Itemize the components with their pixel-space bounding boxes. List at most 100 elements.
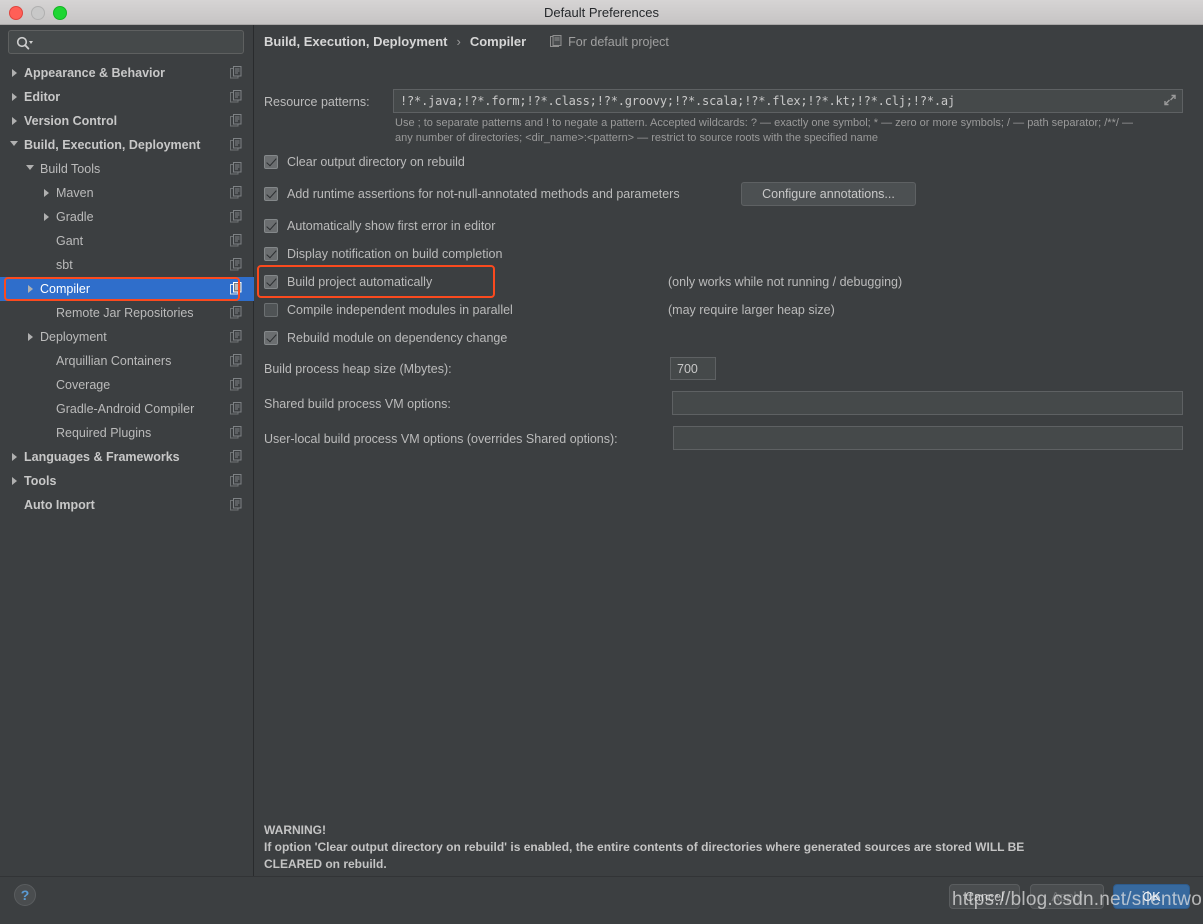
copy-settings-icon[interactable]: [230, 426, 242, 439]
sidebar-item-build-tools[interactable]: Build Tools: [0, 157, 254, 181]
copy-settings-icon[interactable]: [230, 474, 242, 487]
resource-patterns-hint-line2: any number of directories; <dir_name>:<p…: [395, 132, 879, 144]
chevron-right-icon[interactable]: [6, 477, 22, 485]
checkbox-row-build-automatically[interactable]: Build project automatically: [264, 273, 432, 291]
chevron-right-icon[interactable]: [6, 453, 22, 461]
checkbox-clear-output[interactable]: [264, 155, 278, 169]
shared-vm-options-input[interactable]: [672, 391, 1183, 415]
chevron-right-icon[interactable]: [6, 117, 22, 125]
copy-settings-icon[interactable]: [230, 90, 242, 103]
copy-settings-icon[interactable]: [230, 114, 242, 127]
checkbox-row-clear-output[interactable]: Clear output directory on rebuild: [264, 153, 465, 171]
chevron-right-icon[interactable]: [6, 93, 22, 101]
chevron-right-icon[interactable]: [6, 69, 22, 77]
sidebar-item-remote-jar-repositories[interactable]: Remote Jar Repositories: [0, 301, 254, 325]
checkbox-row-runtime-assertions[interactable]: Add runtime assertions for not-null-anno…: [264, 185, 680, 203]
sidebar-item-gant[interactable]: Gant: [0, 229, 254, 253]
sidebar-item-gradle[interactable]: Gradle: [0, 205, 254, 229]
checkbox-parallel-modules[interactable]: [264, 303, 278, 317]
resource-patterns-input[interactable]: !?*.java;!?*.form;!?*.class;!?*.groovy;!…: [393, 89, 1183, 113]
search-field[interactable]: [8, 30, 244, 55]
checkbox-runtime-assertions[interactable]: [264, 187, 278, 201]
breadcrumb-scope: For default project: [550, 35, 669, 49]
sidebar-item-gradle-android-compiler[interactable]: Gradle-Android Compiler: [0, 397, 254, 421]
chevron-right-icon[interactable]: [38, 189, 54, 197]
sidebar-item-label: Gant: [56, 234, 84, 248]
checkbox-row-show-first-error[interactable]: Automatically show first error in editor: [264, 217, 495, 235]
chevron-down-icon[interactable]: [26, 164, 34, 174]
sidebar-item-auto-import[interactable]: Auto Import: [0, 493, 254, 517]
cancel-button[interactable]: Cancel: [949, 884, 1020, 909]
checkbox-display-notification[interactable]: [264, 247, 278, 261]
checkbox-rebuild-module[interactable]: [264, 331, 278, 345]
chevron-down-icon[interactable]: [6, 140, 22, 150]
chevron-right-icon[interactable]: [27, 285, 33, 293]
heap-size-input[interactable]: 700: [670, 357, 716, 380]
copy-settings-icon[interactable]: [230, 186, 242, 199]
sidebar-item-arquillian-containers[interactable]: Arquillian Containers: [0, 349, 254, 373]
copy-settings-icon[interactable]: [230, 210, 242, 223]
window-title: Default Preferences: [544, 5, 659, 20]
copy-settings-icon[interactable]: [230, 378, 242, 391]
chevron-right-icon[interactable]: [38, 213, 54, 221]
chevron-right-icon[interactable]: [43, 189, 49, 197]
copy-settings-icon[interactable]: [230, 402, 242, 415]
sidebar-item-version-control[interactable]: Version Control: [0, 109, 254, 133]
configure-annotations-button[interactable]: Configure annotations...: [741, 182, 916, 206]
checkbox-row-parallel-modules[interactable]: Compile independent modules in parallel: [264, 301, 513, 319]
sidebar-item-editor[interactable]: Editor: [0, 85, 254, 109]
checkbox-label: Display notification on build completion: [287, 247, 503, 261]
chevron-right-icon[interactable]: [22, 285, 38, 293]
sidebar-item-languages-frameworks[interactable]: Languages & Frameworks: [0, 445, 254, 469]
sidebar-item-coverage[interactable]: Coverage: [0, 373, 254, 397]
copy-settings-icon[interactable]: [230, 450, 242, 463]
copy-settings-icon[interactable]: [230, 282, 242, 295]
sidebar-item-label: Appearance & Behavior: [24, 66, 166, 80]
sidebar-item-deployment[interactable]: Deployment: [0, 325, 254, 349]
copy-settings-icon[interactable]: [230, 234, 242, 247]
apply-button[interactable]: Apply: [1030, 884, 1104, 909]
checkbox-row-display-notification[interactable]: Display notification on build completion: [264, 245, 502, 263]
copy-settings-icon[interactable]: [230, 138, 242, 151]
window-titlebar: Default Preferences: [0, 0, 1203, 25]
copy-settings-icon[interactable]: [230, 258, 242, 271]
sidebar-item-label: Languages & Frameworks: [24, 450, 180, 464]
copy-settings-icon[interactable]: [230, 162, 242, 175]
copy-settings-icon[interactable]: [230, 354, 242, 367]
chevron-right-icon[interactable]: [11, 93, 17, 101]
compiler-settings-panel: Build, Execution, Deployment › Compiler …: [255, 25, 1203, 876]
sidebar-item-label: Coverage: [56, 378, 111, 392]
chevron-down-icon[interactable]: [10, 140, 18, 150]
breadcrumb-leaf: Compiler: [469, 34, 527, 49]
copy-settings-icon[interactable]: [230, 330, 242, 343]
checkbox-show-first-error[interactable]: [264, 219, 278, 233]
sidebar-item-build-execution-deployment[interactable]: Build, Execution, Deployment: [0, 133, 254, 157]
chevron-right-icon[interactable]: [27, 333, 33, 341]
copy-settings-icon[interactable]: [230, 306, 242, 319]
sidebar-item-sbt[interactable]: sbt: [0, 253, 254, 277]
chevron-right-icon[interactable]: [11, 69, 17, 77]
sidebar-item-maven[interactable]: Maven: [0, 181, 254, 205]
chevron-right-icon[interactable]: [43, 213, 49, 221]
sidebar-item-compiler[interactable]: Compiler: [0, 277, 254, 301]
project-icon: [550, 35, 562, 48]
ok-button[interactable]: OK: [1113, 884, 1190, 909]
breadcrumb-root[interactable]: Build, Execution, Deployment: [264, 34, 447, 49]
sidebar-item-required-plugins[interactable]: Required Plugins: [0, 421, 254, 445]
sidebar-item-label: Compiler: [40, 282, 91, 296]
chevron-down-icon[interactable]: [22, 164, 38, 174]
search-input[interactable]: [37, 31, 241, 55]
copy-settings-icon[interactable]: [230, 66, 242, 79]
checkbox-row-rebuild-module[interactable]: Rebuild module on dependency change: [264, 329, 507, 347]
chevron-right-icon[interactable]: [11, 117, 17, 125]
checkbox-build-automatically[interactable]: [264, 275, 278, 289]
sidebar-item-tools[interactable]: Tools: [0, 469, 254, 493]
sidebar-item-appearance-behavior[interactable]: Appearance & Behavior: [0, 61, 254, 85]
copy-settings-icon[interactable]: [230, 498, 242, 511]
user-local-vm-options-input[interactable]: [673, 426, 1183, 450]
expand-icon[interactable]: [1161, 91, 1179, 109]
chevron-right-icon[interactable]: [11, 477, 17, 485]
chevron-right-icon[interactable]: [11, 453, 17, 461]
help-button[interactable]: ?: [14, 884, 36, 906]
chevron-right-icon[interactable]: [22, 333, 38, 341]
